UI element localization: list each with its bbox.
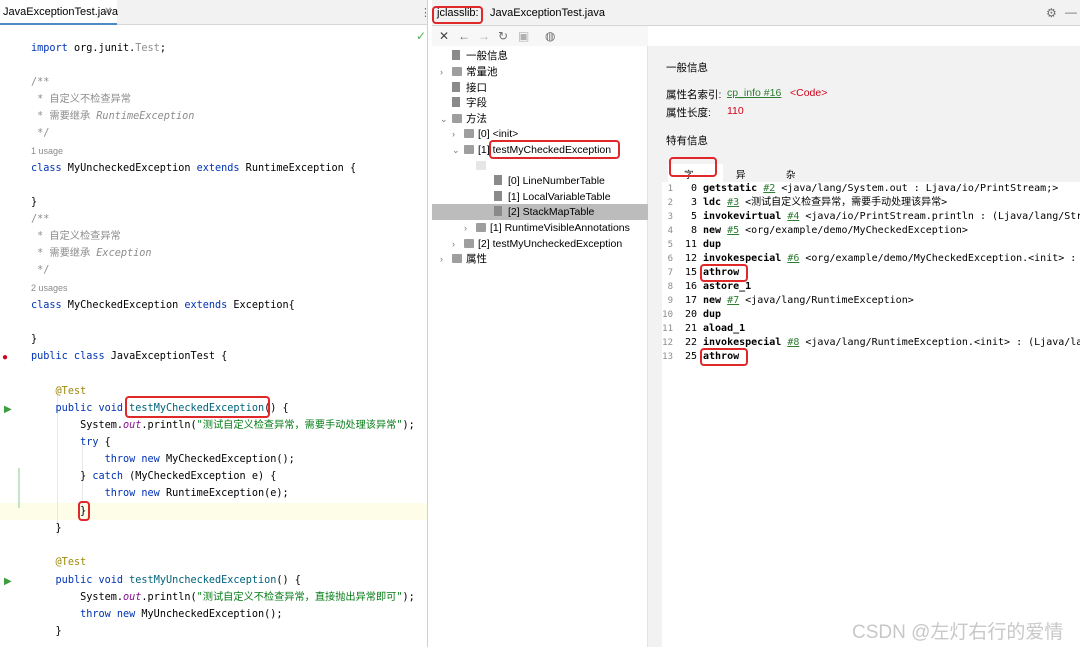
- bytecode-line: 3 5 invokevirtual #4 <java/io/PrintStream.…: [667, 211, 1080, 222]
- attr-length-label: 属性长度:: [666, 107, 711, 119]
- gear-icon[interactable]: ⚙: [1046, 6, 1057, 20]
- code-line: class MyUncheckedException extends Runti…: [31, 163, 357, 174]
- chevron-down-icon[interactable]: ⌄: [464, 158, 476, 174]
- tree-item-constant-pool[interactable]: › 常量池: [440, 64, 498, 80]
- highlight-box: [700, 264, 748, 282]
- tab-java-exception-test[interactable]: JavaExceptionTest.java ✕: [0, 0, 118, 25]
- code-line: public class JavaExceptionTest {: [31, 351, 228, 362]
- bytecode-line: 9 17 new #7 <java/lang/RuntimeException>: [667, 295, 914, 306]
- code-line: class MyCheckedException extends Excepti…: [31, 300, 295, 311]
- attr-length-value: 110: [727, 105, 744, 117]
- code-line: System.out.println("测试自定义检查异常，需要手动处理该异常"…: [31, 420, 415, 431]
- tree-item-general[interactable]: 一般信息: [440, 48, 508, 64]
- tree-item-local-variable-table[interactable]: [1] LocalVariableTable: [494, 189, 611, 205]
- class-run-icon[interactable]: ●: [2, 352, 8, 363]
- code-line: }: [31, 197, 38, 208]
- chevron-right-icon[interactable]: ›: [452, 236, 464, 252]
- usage-hint[interactable]: 1 usage: [31, 143, 63, 160]
- code-line: }: [31, 523, 62, 534]
- attr-name-index-label: 属性名索引:: [666, 89, 722, 101]
- forward-arrow-icon[interactable]: →: [478, 29, 490, 43]
- code-editor[interactable]: JavaExceptionTest.java ✕ ⋮ ✓ ● ▶ ▶ impor…: [0, 0, 428, 647]
- chevron-right-icon[interactable]: ›: [440, 64, 452, 80]
- chevron-right-icon[interactable]: ›: [464, 220, 476, 236]
- tree-item-attributes[interactable]: › 属性: [440, 251, 487, 267]
- code-line: * 自定义检查异常: [31, 231, 121, 242]
- chevron-down-icon[interactable]: ⌄: [452, 142, 464, 158]
- refresh-icon[interactable]: ↻: [498, 29, 508, 43]
- highlight-box: [432, 6, 483, 24]
- bytecode-listing: 1 0 getstatic #2 <java/lang/System.out : L…: [662, 182, 1080, 647]
- code-line: }: [31, 334, 38, 345]
- code-line: @Test: [55, 557, 87, 568]
- specific-info-header: 特有信息: [666, 135, 708, 147]
- highlight-box: [669, 157, 717, 177]
- tab-bytecode-file[interactable]: JavaExceptionTest.java: [490, 7, 605, 19]
- tree-item-stack-map-table[interactable]: [2] StackMapTable: [494, 204, 594, 220]
- save-icon[interactable]: ▣: [518, 29, 529, 43]
- web-icon[interactable]: ◍: [545, 29, 555, 43]
- bytecode-line: 10 20 dup: [662, 309, 722, 320]
- code-line: /**: [31, 214, 50, 225]
- back-arrow-icon[interactable]: ←: [458, 29, 470, 43]
- bytecode-line: 5 11 dup: [667, 239, 722, 250]
- minimize-icon[interactable]: —: [1065, 5, 1077, 19]
- tree-item-interfaces[interactable]: 接口: [440, 80, 487, 96]
- tab-label: JavaExceptionTest.java: [3, 6, 118, 18]
- close-icon[interactable]: ✕: [104, 6, 112, 17]
- tree-item-runtime-annotations[interactable]: › [1] RuntimeVisibleAnnotations: [464, 220, 630, 236]
- code-line: */: [31, 128, 50, 139]
- code-line: System.out.println("测试自定义不检查异常，直接抛出异常即可"…: [31, 592, 415, 603]
- code-line: * 需要继承 Exception: [31, 248, 152, 259]
- chevron-right-icon[interactable]: ›: [440, 251, 452, 267]
- bytecode-line: 2 3 ldc #3 <测试自定义检查异常，需要手动处理该异常>: [667, 197, 948, 208]
- toolbar: ✕ ← → ↻ ▣ ◍: [432, 26, 648, 46]
- run-test-icon[interactable]: ▶: [4, 576, 12, 587]
- tree-item-fields[interactable]: 字段: [440, 95, 487, 111]
- code-line: public void testMyUncheckedException() {: [55, 575, 301, 586]
- bytecode-line: 8 16 astore_1: [667, 281, 752, 292]
- detail-pane: 一般信息 属性名索引: cp_info #16 <Code> 属性长度: 110…: [648, 46, 1080, 647]
- attr-name-index-value: <Code>: [790, 87, 828, 99]
- bytecode-line: 1 0 getstatic #2 <java/lang/System.out : L…: [667, 183, 1059, 194]
- code-line: * 需要继承 RuntimeException: [31, 111, 195, 122]
- tree-item-code[interactable]: ⌄ [0] Code: [464, 158, 530, 174]
- code-line: throw new MyCheckedException();: [104, 454, 295, 465]
- highlight-box: [489, 140, 620, 159]
- bytecode-line: 4 8 new #5 <org/example/demo/MyCheckedExce…: [667, 225, 968, 236]
- chevron-right-icon[interactable]: ›: [452, 126, 464, 142]
- tree-item-line-number-table[interactable]: [0] LineNumberTable: [494, 173, 605, 189]
- highlight-box: [125, 396, 270, 418]
- code-line: import org.junit.Test;: [31, 43, 166, 54]
- tree-item-method-unchecked[interactable]: › [2] testMyUncheckedException: [452, 236, 622, 252]
- code-line: throw new MyUncheckedException();: [80, 609, 283, 620]
- editor-tab-bar: JavaExceptionTest.java ✕ ⋮: [0, 0, 427, 25]
- highlight-box: [700, 348, 748, 366]
- general-info-header: 一般信息: [666, 62, 708, 74]
- jclasslib-panel: jclasslib: JavaExceptionTest.java ⚙ — ✕ …: [432, 0, 1080, 647]
- more-tabs-icon[interactable]: ⋮: [420, 6, 427, 19]
- code-line: throw new RuntimeException(e);: [104, 488, 289, 499]
- bytecode-line: 11 21 aload_1: [662, 323, 746, 334]
- attr-name-index-link[interactable]: cp_info #16: [727, 87, 781, 99]
- code-line: * 自定义不检查异常: [31, 94, 131, 105]
- code-line: }: [31, 626, 62, 637]
- change-marker: [18, 468, 20, 508]
- jclasslib-tab-bar: jclasslib: JavaExceptionTest.java ⚙ —: [432, 0, 1080, 26]
- check-icon: ✓: [416, 29, 427, 43]
- class-structure-tree: 一般信息 › 常量池 接口 字段 ⌄ 方法 › [0] <init> ⌄ [1] tes…: [432, 46, 648, 647]
- code-line: /**: [31, 77, 50, 88]
- code-line: @Test: [55, 386, 87, 397]
- chevron-down-icon[interactable]: ⌄: [440, 111, 452, 127]
- run-test-icon[interactable]: ▶: [4, 404, 12, 415]
- code-line: */: [31, 265, 50, 276]
- close-icon[interactable]: ✕: [439, 29, 449, 43]
- highlight-box: [78, 501, 90, 521]
- tree-item-methods[interactable]: ⌄ 方法: [440, 111, 487, 127]
- code-line: try {: [80, 437, 111, 448]
- usage-hint[interactable]: 2 usages: [31, 280, 68, 297]
- code-line: } catch (MyCheckedException e) {: [31, 471, 277, 482]
- watermark: CSDN @左灯右行的爱情: [852, 622, 1064, 643]
